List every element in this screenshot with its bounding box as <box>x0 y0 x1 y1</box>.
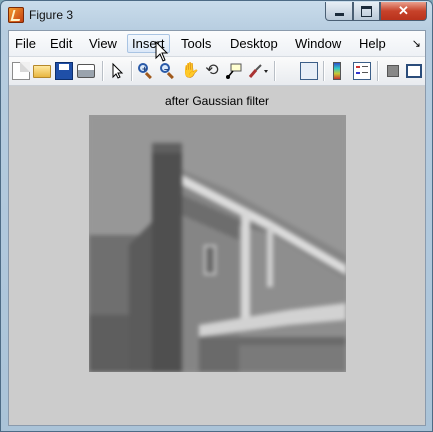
minimize-button[interactable] <box>325 2 353 21</box>
print-figure-icon[interactable] <box>77 64 95 78</box>
zoom-out-icon[interactable]: – <box>159 62 177 80</box>
menu-desktop[interactable]: Desktop <box>226 34 282 53</box>
figure-toolbar: + – ✋ ⟲ <box>9 57 425 86</box>
open-file-icon[interactable] <box>33 65 51 78</box>
menu-window[interactable]: Window <box>291 34 345 53</box>
figure-window: Figure 3 ✕ File Edit View Insert Tools D… <box>0 0 433 432</box>
link-plot-icon[interactable] <box>300 62 318 80</box>
close-icon: ✕ <box>398 3 409 18</box>
minimize-icon <box>334 12 344 16</box>
insert-colorbar-icon[interactable] <box>333 62 341 80</box>
axes-title: after Gaussian filter <box>164 94 270 108</box>
toolbar-separator <box>323 61 324 81</box>
menu-help[interactable]: Help <box>355 34 390 53</box>
menu-view[interactable]: View <box>85 34 121 53</box>
brush-icon[interactable] <box>247 62 268 80</box>
mouse-cursor-icon <box>155 41 169 62</box>
toolbar-separator <box>131 61 132 81</box>
maximize-icon <box>361 5 372 17</box>
edit-plot-pointer-icon[interactable] <box>108 62 126 80</box>
hide-plot-tools-icon[interactable] <box>387 65 399 77</box>
title-bar[interactable]: Figure 3 ✕ <box>1 1 432 31</box>
toolbar-separator <box>102 61 103 81</box>
pan-hand-icon[interactable]: ✋ <box>181 62 200 80</box>
window-title: Figure 3 <box>29 8 74 22</box>
menu-tools[interactable]: Tools <box>177 34 215 53</box>
maximize-button[interactable] <box>353 2 380 21</box>
toolbar-separator <box>274 61 275 81</box>
insert-legend-icon[interactable] <box>353 62 371 80</box>
figure-client: File Edit View Insert Tools Desktop Wind… <box>8 30 426 426</box>
data-cursor-icon[interactable] <box>225 62 243 80</box>
filtered-image[interactable] <box>89 115 346 372</box>
house-image <box>89 115 346 372</box>
zoom-in-icon[interactable]: + <box>137 62 155 80</box>
menu-bar: File Edit View Insert Tools Desktop Wind… <box>9 31 425 57</box>
toolbar-separator <box>377 61 378 81</box>
save-figure-icon[interactable] <box>55 62 73 80</box>
rotate-3d-icon[interactable]: ⟲ <box>203 62 221 80</box>
menu-edit[interactable]: Edit <box>46 34 76 53</box>
figure-canvas: after Gaussian filter <box>9 86 425 425</box>
new-figure-icon[interactable] <box>12 62 30 80</box>
close-button[interactable]: ✕ <box>380 2 427 21</box>
dock-figure-icon[interactable]: ↘ <box>412 37 421 50</box>
show-plot-tools-icon[interactable] <box>406 64 422 78</box>
menu-file[interactable]: File <box>11 34 40 53</box>
matlab-icon <box>8 7 24 23</box>
